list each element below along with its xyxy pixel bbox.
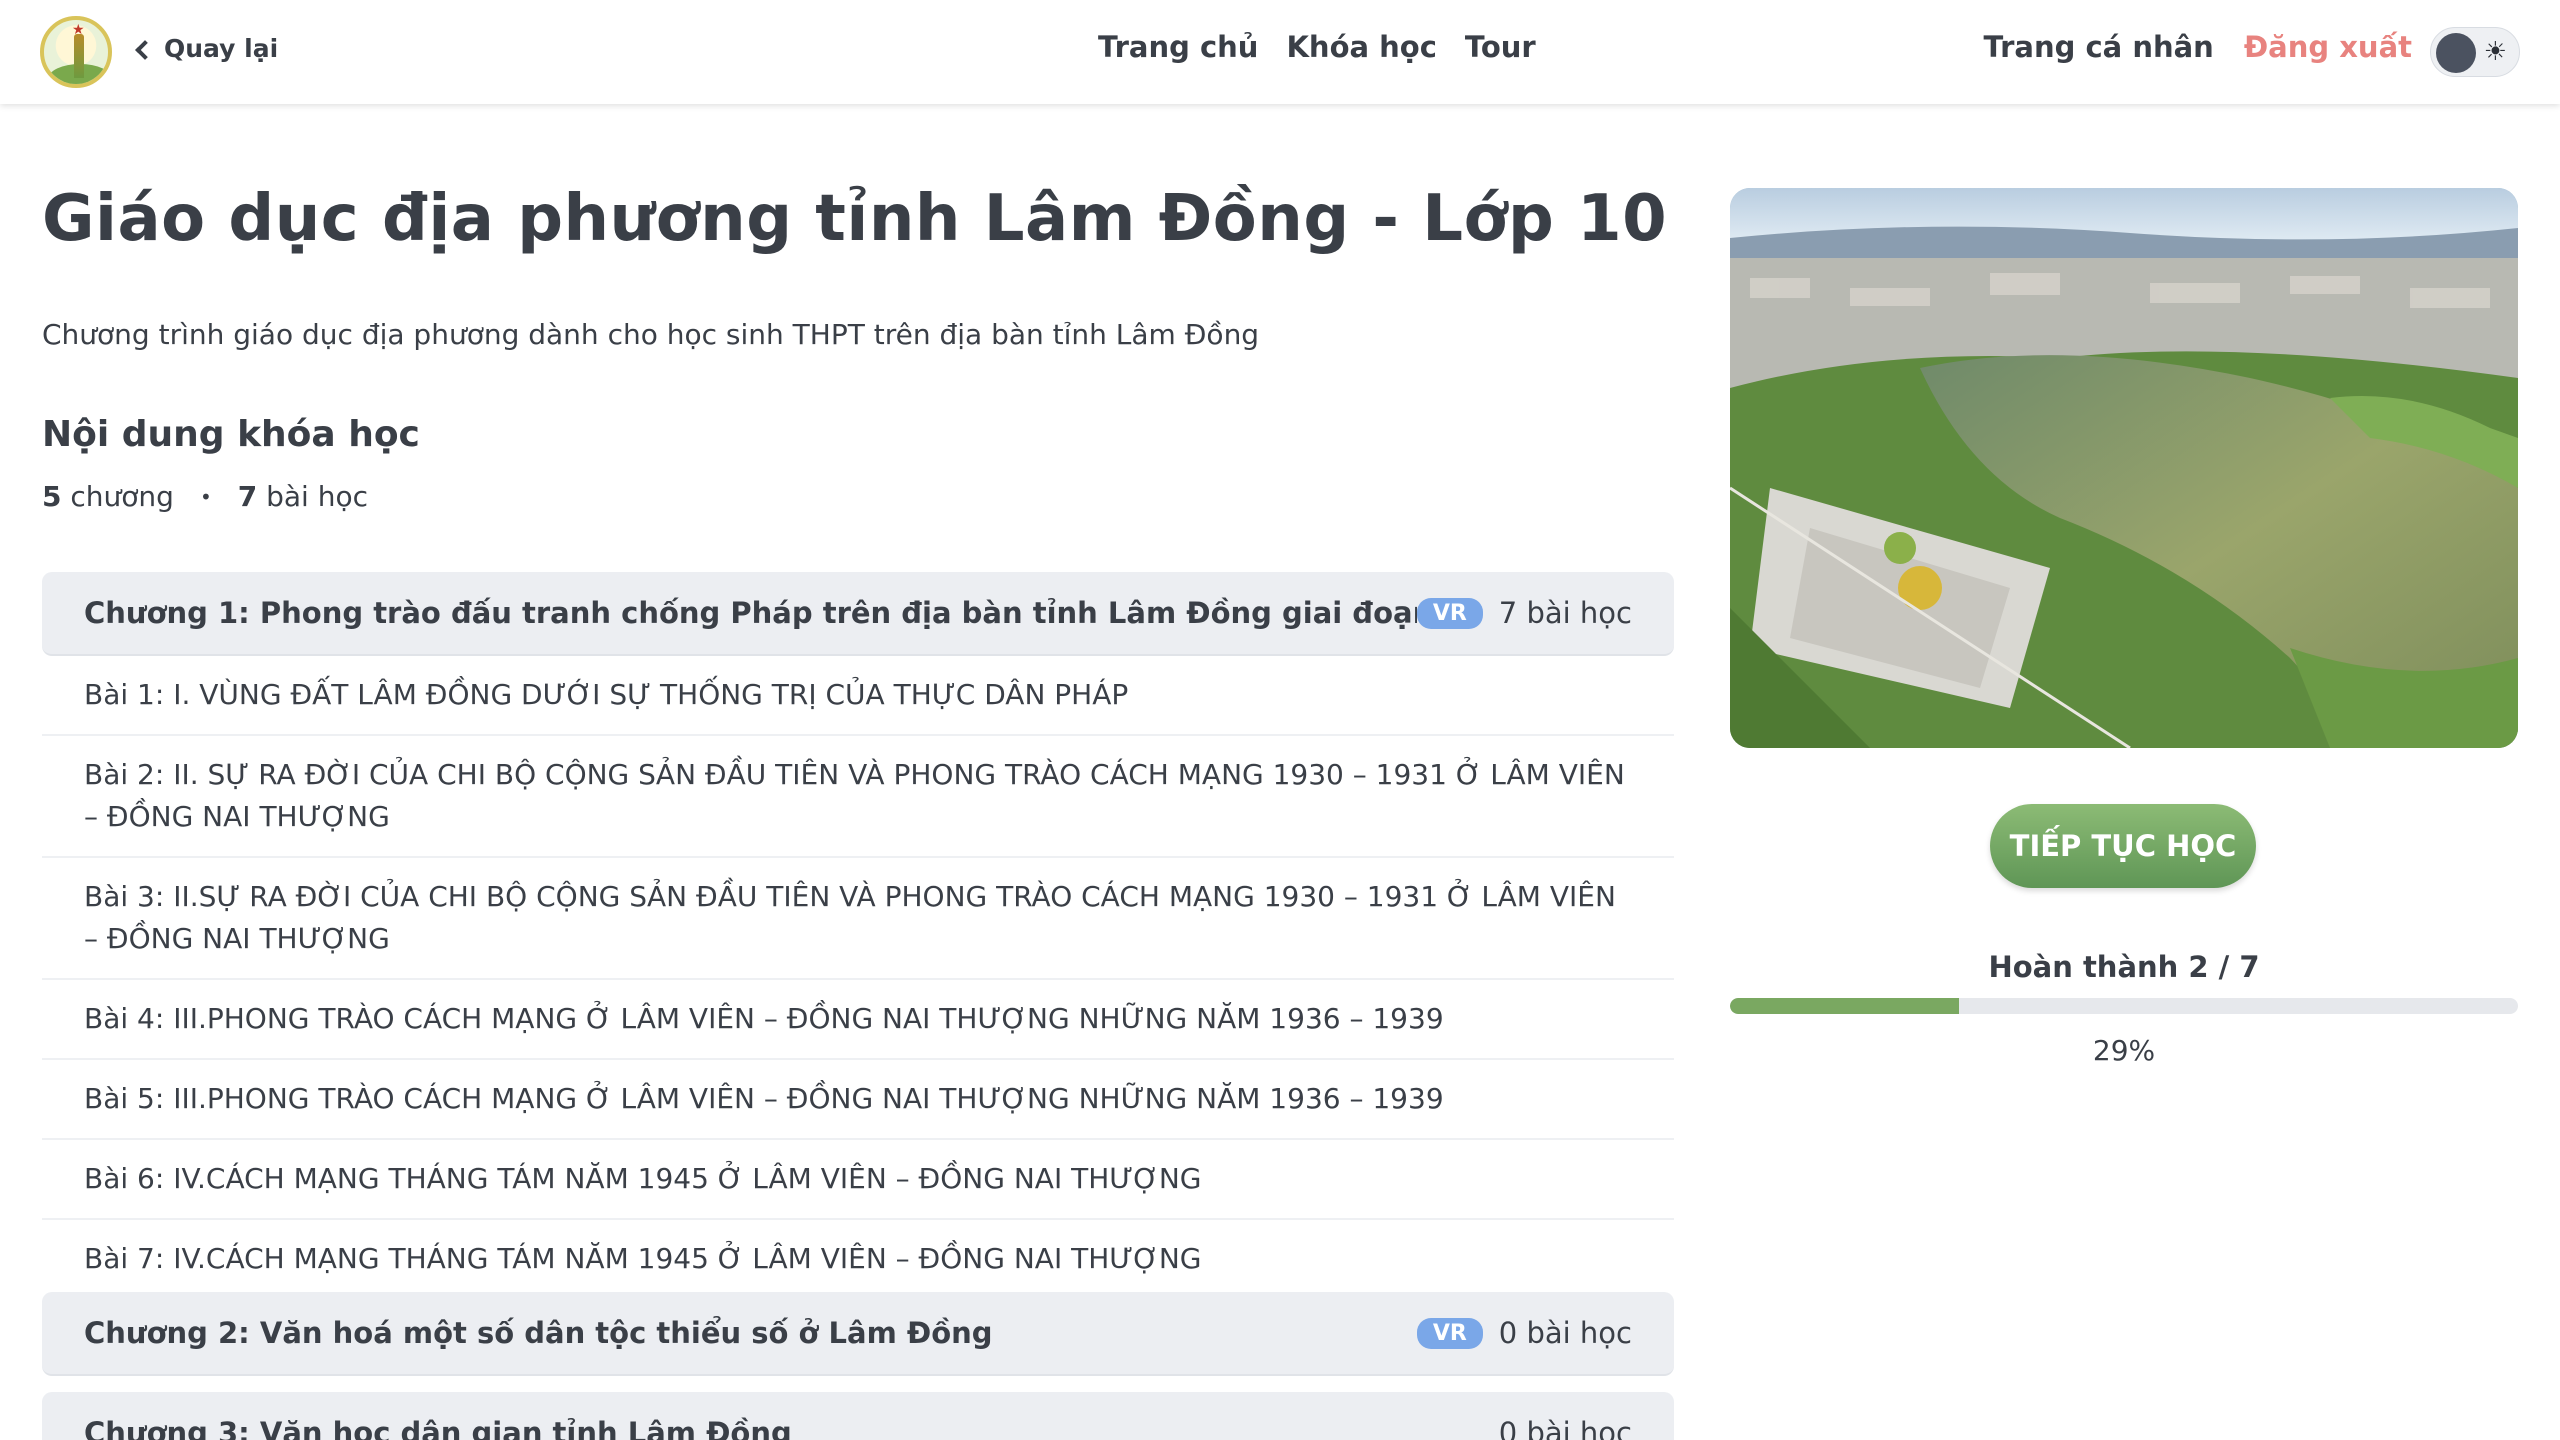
sun-icon: ☀ bbox=[2483, 37, 2507, 67]
chapter-title: Chương 1: Phong trào đấu tranh chống Phá… bbox=[84, 596, 1417, 630]
chapter-lesson-count: 7 bài học bbox=[1498, 596, 1632, 630]
nav-item-home[interactable]: Trang chủ bbox=[1098, 30, 1258, 64]
course-title: Giáo dục địa phương tỉnh Lâm Đồng - Lớp … bbox=[42, 182, 1668, 256]
lesson-item[interactable]: Bài 3: II.SỰ RA ĐỜI CỦA CHI BỘ CỘNG SẢN … bbox=[42, 858, 1674, 980]
site-logo[interactable]: ★ bbox=[40, 16, 112, 88]
chapter-lesson-count: 0 bài học bbox=[1498, 1316, 1632, 1350]
lesson-item[interactable]: Bài 4: III.PHONG TRÀO CÁCH MẠNG Ở LÂM VI… bbox=[42, 980, 1674, 1060]
logo-star-icon: ★ bbox=[72, 22, 85, 38]
nav-item-courses[interactable]: Khóa học bbox=[1286, 30, 1436, 64]
lesson-item[interactable]: Bài 7: IV.CÁCH MẠNG THÁNG TÁM NĂM 1945 Ở… bbox=[42, 1220, 1674, 1292]
lesson-item[interactable]: Bài 1: I. VÙNG ĐẤT LÂM ĐỒNG DƯỚI SỰ THỐN… bbox=[42, 656, 1674, 736]
chapter-header[interactable]: Chương 1: Phong trào đấu tranh chống Phá… bbox=[42, 572, 1674, 656]
continue-learning-button[interactable]: TIẾP TỤC HỌC bbox=[1990, 804, 2256, 888]
chapter-lesson-count: 0 bài học bbox=[1498, 1416, 1632, 1440]
course-counts: 5 chương • 7 bài học bbox=[42, 480, 368, 513]
back-link[interactable]: Quay lại bbox=[135, 34, 279, 63]
chapter-title: Chương 2: Văn hoá một số dân tộc thiểu s… bbox=[84, 1316, 993, 1350]
separator-dot: • bbox=[199, 484, 212, 509]
section-title: Nội dung khóa học bbox=[42, 414, 420, 455]
lesson-item[interactable]: Bài 5: III.PHONG TRÀO CÁCH MẠNG Ở LÂM VI… bbox=[42, 1060, 1674, 1140]
toggle-knob bbox=[2436, 33, 2476, 73]
chapter-header[interactable]: Chương 2: Văn hoá một số dân tộc thiểu s… bbox=[42, 1292, 1674, 1376]
progress-percent: 29% bbox=[2092, 1034, 2156, 1067]
top-navbar: ★ Quay lại Trang chủ Khóa học Tour Trang… bbox=[0, 0, 2560, 104]
theme-toggle[interactable]: ☀ bbox=[2430, 27, 2520, 77]
lesson-count: 7 bài học bbox=[237, 480, 369, 513]
course-outline: Chương 1: Phong trào đấu tranh chống Phá… bbox=[42, 572, 1674, 1440]
profile-link[interactable]: Trang cá nhân bbox=[1984, 30, 2214, 64]
chevron-left-icon bbox=[135, 39, 155, 60]
vr-badge: VR bbox=[1416, 597, 1483, 629]
logo-tower-shape bbox=[74, 34, 84, 78]
course-thumbnail bbox=[1730, 188, 2518, 748]
logout-link[interactable]: Đăng xuất bbox=[2244, 30, 2412, 64]
nav-item-tour[interactable]: Tour bbox=[1465, 30, 1536, 64]
vr-badge: VR bbox=[1416, 1317, 1483, 1349]
course-description: Chương trình giáo dục địa phương dành ch… bbox=[42, 318, 1260, 351]
progress-bar bbox=[1730, 998, 2518, 1014]
lesson-item[interactable]: Bài 2: II. SỰ RA ĐỜI CỦA CHI BỘ CỘNG SẢN… bbox=[42, 736, 1674, 858]
back-label: Quay lại bbox=[164, 34, 279, 63]
user-nav: Trang cá nhân Đăng xuất bbox=[1984, 30, 2413, 64]
chapter-count: 5 chương bbox=[42, 480, 174, 513]
aerial-landscape-image bbox=[1730, 188, 2518, 748]
lesson-item[interactable]: Bài 6: IV.CÁCH MẠNG THÁNG TÁM NĂM 1945 Ở… bbox=[42, 1140, 1674, 1220]
progress-label: Hoàn thành 2 / 7 bbox=[1988, 950, 2260, 984]
chapter-header[interactable]: Chương 3: Văn học dân gian tỉnh Lâm Đồng… bbox=[42, 1392, 1674, 1440]
chapter-title: Chương 3: Văn học dân gian tỉnh Lâm Đồng bbox=[84, 1416, 792, 1440]
progress-bar-fill bbox=[1730, 998, 1959, 1014]
main-nav: Trang chủ Khóa học Tour bbox=[1098, 30, 1536, 64]
